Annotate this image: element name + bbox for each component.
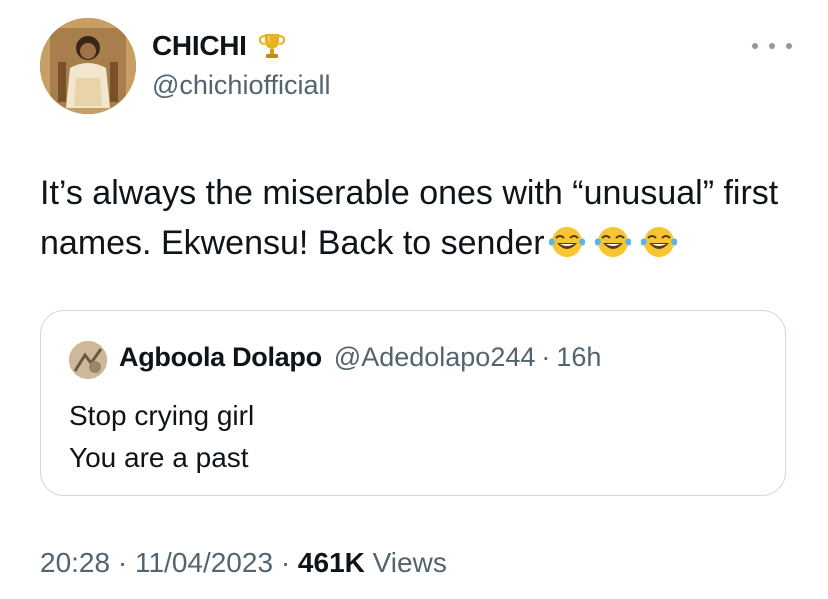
tweet-meta: 20:28 · 11/04/2023 · 461K Views — [40, 547, 447, 579]
quoted-line: You are a past — [69, 442, 249, 473]
dot — [769, 43, 775, 49]
author-avatar[interactable] — [40, 18, 136, 114]
face-with-tears-of-joy-icon — [593, 222, 633, 257]
quoted-display-name[interactable]: Agboola Dolapo — [119, 342, 322, 373]
tweet-card: CHICHI @chichiofficiall It’s always the … — [0, 0, 828, 599]
quoted-line: Stop crying girl — [69, 400, 255, 431]
author-display-name[interactable]: CHICHI — [152, 30, 247, 62]
trophy-icon — [257, 31, 287, 61]
views-count[interactable]: 461K — [298, 547, 365, 578]
face-with-tears-of-joy-icon — [639, 222, 679, 257]
quoted-tweet[interactable]: Agboola Dolapo @Adedolapo244 · 16h Stop … — [40, 310, 786, 496]
face-with-tears-of-joy-icon — [547, 222, 587, 257]
quoted-timestamp[interactable]: 16h — [556, 342, 601, 373]
post-time[interactable]: 20:28 — [40, 547, 110, 578]
separator-dot: · — [117, 547, 128, 578]
separator-dot: · — [280, 547, 291, 578]
views-label: Views — [372, 547, 447, 578]
tweet-text: It’s always the miserable ones with “unu… — [40, 168, 800, 268]
post-date[interactable]: 11/04/2023 — [135, 547, 273, 578]
quoted-text: Stop crying girl You are a past — [69, 395, 254, 479]
dot — [752, 43, 758, 49]
author-handle[interactable]: @chichiofficiall — [152, 70, 330, 101]
quoted-author-avatar[interactable] — [69, 341, 107, 379]
avatar-image — [40, 18, 136, 114]
tweet-emojis — [547, 222, 679, 257]
author-name-row: CHICHI — [152, 30, 287, 62]
separator-dot: · — [541, 342, 551, 372]
quoted-header: Agboola Dolapo @Adedolapo244 · 16h — [119, 342, 601, 373]
more-options-icon[interactable] — [752, 38, 792, 54]
quoted-handle[interactable]: @Adedolapo244 — [334, 342, 536, 373]
dot — [786, 43, 792, 49]
